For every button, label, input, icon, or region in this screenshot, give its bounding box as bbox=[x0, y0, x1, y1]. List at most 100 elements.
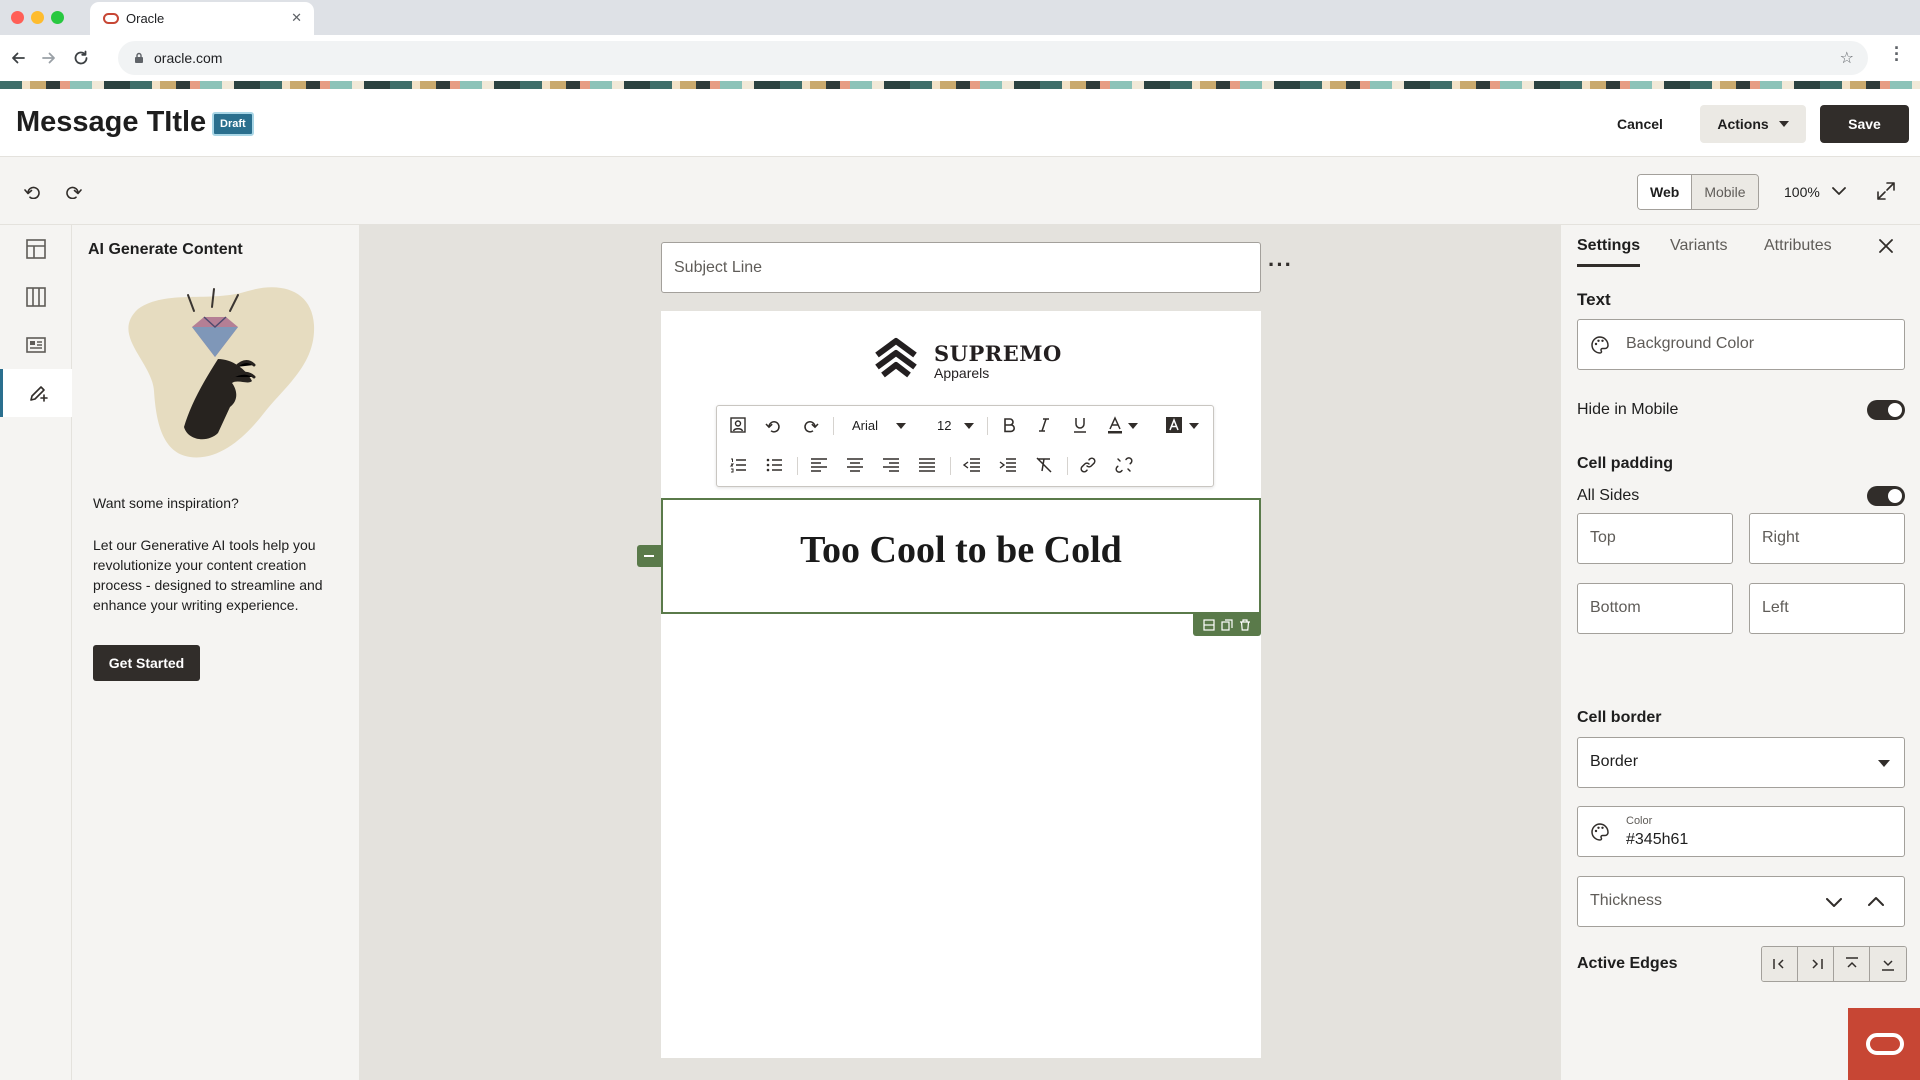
window-maximize-button[interactable] bbox=[51, 11, 64, 24]
ai-panel-title: AI Generate Content bbox=[88, 241, 243, 258]
view-mode-toggle: Web Mobile bbox=[1637, 174, 1759, 210]
redo-icon[interactable] bbox=[64, 183, 82, 199]
back-arrow-icon[interactable] bbox=[9, 49, 27, 67]
fullscreen-expand-icon[interactable] bbox=[1876, 181, 1896, 201]
block-collapse-handle[interactable] bbox=[637, 545, 661, 567]
cancel-button[interactable]: Cancel bbox=[1600, 105, 1680, 143]
border-color-picker[interactable]: Color #345h61 bbox=[1577, 806, 1905, 857]
more-options-icon[interactable]: ··· bbox=[1268, 252, 1293, 278]
padding-right-input[interactable]: Right bbox=[1749, 513, 1905, 564]
rail-item-layouts[interactable] bbox=[0, 225, 72, 273]
url-bar[interactable]: oracle.com ☆ bbox=[118, 41, 1868, 75]
window-minimize-button[interactable] bbox=[31, 11, 44, 24]
tab-close-icon[interactable]: ✕ bbox=[291, 10, 302, 26]
rail-item-columns[interactable] bbox=[0, 273, 72, 321]
toolbar-divider bbox=[987, 417, 988, 435]
zoom-chevron-down-icon[interactable] bbox=[1832, 187, 1846, 196]
rail-item-ai-generate[interactable] bbox=[0, 369, 72, 417]
align-justify-icon[interactable] bbox=[918, 456, 936, 474]
padding-bottom-input[interactable]: Bottom bbox=[1577, 583, 1733, 634]
hide-in-mobile-switch[interactable] bbox=[1867, 400, 1905, 420]
editor-toolbar: Web Mobile 100% bbox=[0, 157, 1920, 225]
close-panel-icon[interactable] bbox=[1879, 239, 1893, 253]
underline-icon[interactable] bbox=[1071, 416, 1089, 434]
insert-link-icon[interactable] bbox=[1079, 456, 1097, 474]
block-save-icon[interactable] bbox=[1203, 619, 1215, 631]
outdent-icon[interactable] bbox=[963, 456, 981, 474]
font-size-select[interactable]: 12 bbox=[937, 418, 951, 433]
toolbar-divider bbox=[950, 457, 951, 475]
background-color-picker[interactable]: Background Color bbox=[1577, 319, 1905, 370]
selected-text-block[interactable]: Too Cool to be Cold bbox=[661, 498, 1261, 614]
block-duplicate-icon[interactable] bbox=[1221, 619, 1233, 631]
align-right-icon[interactable] bbox=[882, 456, 900, 474]
block-actions-bar bbox=[1193, 614, 1261, 636]
edge-left-button[interactable] bbox=[1762, 947, 1798, 981]
align-left-icon[interactable] bbox=[810, 456, 828, 474]
actions-menu-button[interactable]: Actions bbox=[1700, 105, 1806, 143]
app-header: Message TItle Draft Cancel Actions Save bbox=[0, 89, 1920, 157]
caret-down-icon bbox=[1778, 121, 1789, 127]
subject-line-input[interactable]: Subject Line bbox=[661, 242, 1261, 293]
thickness-increase-chevron-up-icon[interactable] bbox=[1868, 896, 1884, 906]
view-web-button[interactable]: Web bbox=[1638, 175, 1693, 209]
rail-item-content-blocks[interactable] bbox=[0, 321, 72, 369]
rte-row-2 bbox=[717, 446, 1215, 486]
padding-left-input[interactable]: Left bbox=[1749, 583, 1905, 634]
rte-redo-icon[interactable] bbox=[801, 416, 819, 434]
padding-top-input[interactable]: Top bbox=[1577, 513, 1733, 564]
ai-panel-description: Let our Generative AI tools help you rev… bbox=[93, 537, 323, 613]
toolbar-divider bbox=[833, 417, 834, 435]
ai-diamond-hand-illustration bbox=[128, 287, 315, 458]
browser-tab[interactable]: Oracle ✕ bbox=[90, 2, 314, 35]
edge-left-icon bbox=[1772, 959, 1784, 969]
padding-top-placeholder: Top bbox=[1590, 529, 1616, 546]
remove-link-icon[interactable] bbox=[1115, 456, 1133, 474]
actions-button-label: Actions bbox=[1717, 116, 1769, 132]
border-style-select[interactable]: Border bbox=[1577, 737, 1905, 788]
size-caret-down-icon[interactable] bbox=[964, 423, 974, 429]
highlight-color-icon[interactable] bbox=[1165, 416, 1183, 434]
bullet-list-icon[interactable] bbox=[765, 456, 783, 474]
highlight-caret-icon[interactable] bbox=[1189, 423, 1199, 429]
save-button[interactable]: Save bbox=[1820, 105, 1909, 143]
text-section-title: Text bbox=[1577, 290, 1611, 309]
ordered-list-icon[interactable] bbox=[729, 456, 747, 474]
text-color-icon[interactable] bbox=[1106, 416, 1124, 434]
font-caret-down-icon[interactable] bbox=[896, 423, 906, 429]
block-delete-icon[interactable] bbox=[1239, 619, 1251, 631]
indent-icon[interactable] bbox=[999, 456, 1017, 474]
edge-bottom-button[interactable] bbox=[1870, 947, 1906, 981]
border-color-value: #345h61 bbox=[1626, 831, 1689, 848]
browser-menu-icon[interactable]: · · · bbox=[1894, 39, 1900, 69]
rte-undo-icon[interactable] bbox=[765, 416, 783, 434]
window-close-button[interactable] bbox=[11, 11, 24, 24]
thickness-stepper[interactable]: Thickness bbox=[1577, 876, 1905, 927]
undo-icon[interactable] bbox=[24, 183, 42, 199]
thickness-decrease-chevron-down-icon[interactable] bbox=[1826, 898, 1842, 908]
forward-arrow-icon[interactable] bbox=[40, 49, 58, 67]
reload-icon[interactable] bbox=[72, 49, 90, 67]
text-color-caret-icon[interactable] bbox=[1128, 423, 1138, 429]
bold-icon[interactable] bbox=[1000, 416, 1018, 434]
view-mobile-button[interactable]: Mobile bbox=[1692, 175, 1758, 209]
italic-icon[interactable] bbox=[1035, 416, 1053, 434]
align-center-icon[interactable] bbox=[846, 456, 864, 474]
status-badge: Draft bbox=[212, 112, 254, 136]
tab-settings[interactable]: Settings bbox=[1577, 237, 1641, 267]
oracle-assistant-button[interactable] bbox=[1848, 1008, 1920, 1080]
font-family-select[interactable]: Arial bbox=[852, 418, 878, 433]
brand-name: SUPREMO bbox=[934, 341, 1062, 366]
tab-attributes[interactable]: Attributes bbox=[1764, 237, 1832, 255]
edge-right-button[interactable] bbox=[1798, 947, 1834, 981]
email-headline[interactable]: Too Cool to be Cold bbox=[663, 528, 1259, 572]
tab-variants[interactable]: Variants bbox=[1670, 237, 1728, 255]
get-started-button[interactable]: Get Started bbox=[93, 645, 200, 681]
clear-formatting-icon[interactable] bbox=[1035, 456, 1053, 474]
edge-top-button[interactable] bbox=[1834, 947, 1870, 981]
all-sides-switch[interactable] bbox=[1867, 486, 1905, 506]
border-color-label: Color bbox=[1626, 815, 1653, 827]
zoom-level[interactable]: 100% bbox=[1784, 184, 1820, 200]
bookmark-star-icon[interactable]: ☆ bbox=[1840, 48, 1854, 68]
insert-person-icon[interactable] bbox=[729, 416, 747, 434]
